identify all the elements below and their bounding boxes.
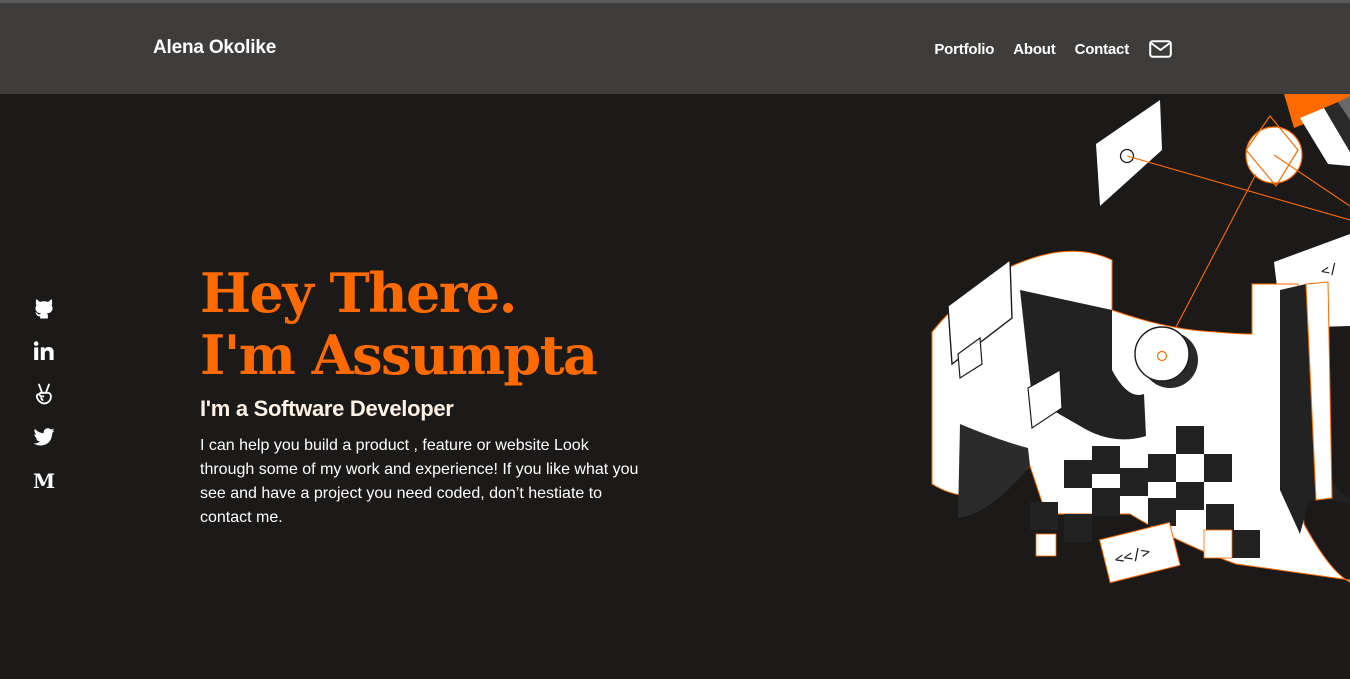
connector-line-3	[1163, 173, 1257, 351]
angellist-link[interactable]	[32, 382, 56, 406]
page: Alena Okolike Portfolio About Contact M …	[0, 0, 1350, 679]
nav-contact[interactable]: Contact	[1075, 41, 1130, 58]
envelope-icon	[1148, 40, 1172, 58]
hero-title-line-2: I'm Assumpta	[200, 323, 598, 387]
code-card-bottom: <</>	[1098, 521, 1181, 584]
linkedin-icon	[33, 341, 54, 360]
mail-button[interactable]	[1148, 39, 1172, 59]
brand-name[interactable]: Alena Okolike	[153, 37, 276, 59]
floating-panel-top	[1096, 100, 1162, 206]
twitter-icon	[33, 428, 55, 446]
angellist-icon	[35, 383, 52, 405]
github-link[interactable]	[32, 296, 56, 320]
connector-line-1	[1126, 155, 1350, 221]
social-links: M	[32, 296, 58, 511]
linkedin-link[interactable]	[32, 339, 56, 363]
hero-title: Hey There. I'm Assumpta	[200, 262, 660, 386]
hero-section: Hey There. I'm Assumpta I'm a Software D…	[200, 262, 660, 530]
hero-illustration: </ <</>	[931, 94, 1350, 584]
hero-description: I can help you build a product , feature…	[200, 437, 639, 526]
site-header: Alena Okolike Portfolio About Contact	[0, 3, 1350, 94]
nav-about[interactable]: About	[1013, 41, 1056, 58]
circle-middle	[1134, 326, 1190, 382]
main-nav: Portfolio About Contact	[934, 39, 1172, 59]
svg-text:M: M	[33, 469, 55, 492]
twitter-link[interactable]	[32, 425, 56, 449]
medium-icon: M	[33, 469, 55, 492]
medium-link[interactable]: M	[32, 468, 56, 492]
github-icon	[35, 299, 53, 319]
nav-portfolio[interactable]: Portfolio	[934, 41, 994, 58]
hero-subtitle: I'm a Software Developer	[200, 396, 454, 421]
hero-title-line-1: Hey There.	[200, 261, 517, 325]
